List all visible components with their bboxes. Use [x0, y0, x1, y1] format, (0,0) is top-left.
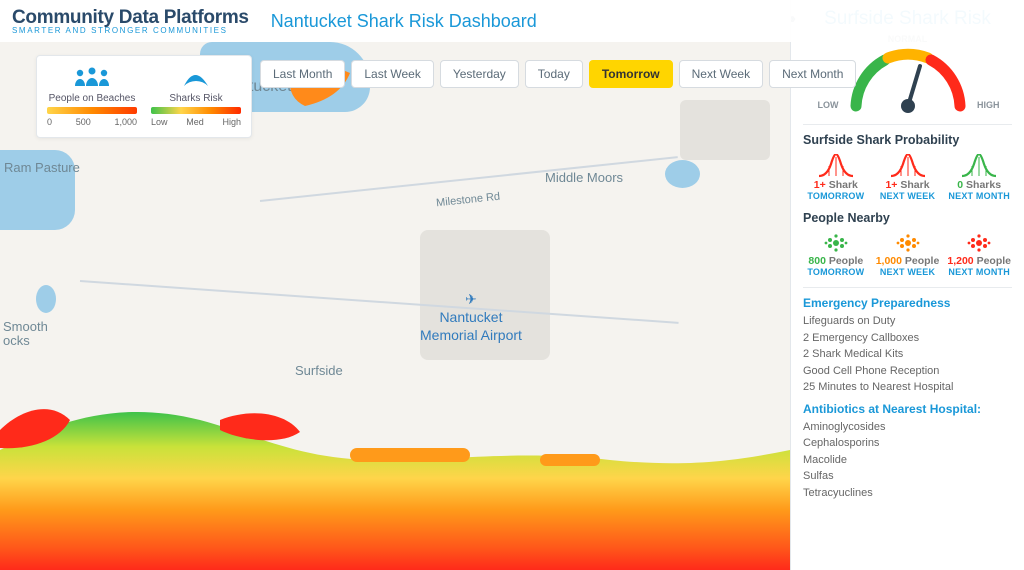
bell-curve-icon — [946, 153, 1012, 179]
land-block — [680, 100, 770, 160]
people-card: 800 PeopleTOMORROW — [803, 231, 869, 277]
list-item: 2 Emergency Callboxes — [803, 330, 1012, 347]
emergency-title: Emergency Preparedness — [803, 296, 1012, 310]
people-row: 800 PeopleTOMORROW1,000 PeopleNEXT WEEK1… — [803, 231, 1012, 277]
probability-row: 1+ SharkTOMORROW1+ SharkNEXT WEEK0 Shark… — [803, 153, 1012, 201]
divider — [803, 124, 1012, 125]
list-item: Tetracyuclines — [803, 485, 1012, 502]
time-filter-next-month[interactable]: Next Month — [769, 60, 856, 88]
people-card: 1,200 PeopleNEXT MONTH — [946, 231, 1012, 277]
water-shape — [665, 160, 700, 188]
probability-card: 0 SharksNEXT MONTH — [946, 153, 1012, 201]
time-filter-next-week[interactable]: Next Week — [679, 60, 763, 88]
probability-card: 1+ SharkNEXT WEEK — [875, 153, 941, 201]
antibiotics-list: AminoglycosidesCephalosporinsMacolideSul… — [803, 419, 1012, 502]
legend-tick: 500 — [76, 117, 91, 127]
logo[interactable]: Community Data Platforms SMARTER AND STR… — [12, 8, 249, 35]
time-filter-today[interactable]: Today — [525, 60, 583, 88]
legend-tick: Med — [186, 117, 204, 127]
time-filter-last-month[interactable]: Last Month — [260, 60, 345, 88]
legend-people: People on Beaches 0 500 1,000 — [47, 64, 137, 127]
logo-tagline: SMARTER AND STRONGER COMMUNITIES — [12, 27, 249, 35]
legend-tick: 0 — [47, 117, 52, 127]
emergency-list: Lifeguards on Duty2 Emergency Callboxes2… — [803, 313, 1012, 396]
logo-main: Community Data Platforms — [12, 8, 249, 27]
legend-shark-title: Sharks Risk — [151, 93, 241, 104]
list-item: Good Cell Phone Reception — [803, 363, 1012, 380]
list-item: 2 Shark Medical Kits — [803, 346, 1012, 363]
divider — [803, 287, 1012, 288]
people-icon — [47, 64, 137, 90]
airplane-icon: ✈ — [420, 290, 522, 308]
time-filter-last-week[interactable]: Last Week — [351, 60, 433, 88]
legend-tick: 1,000 — [114, 117, 137, 127]
people-title: People Nearby — [803, 211, 1012, 225]
probability-title: Surfside Shark Probability — [803, 133, 1012, 147]
water-shape — [36, 285, 56, 313]
risk-heatmap — [0, 330, 790, 570]
legend-people-gradient — [47, 107, 137, 114]
people-card: 1,000 PeopleNEXT WEEK — [875, 231, 941, 277]
cluster-icon — [946, 231, 1012, 255]
road-line — [80, 280, 679, 324]
header: Community Data Platforms SMARTER AND STR… — [0, 0, 1024, 42]
airport-name-1: Nantucket — [420, 308, 522, 326]
probability-card: 1+ SharkTOMORROW — [803, 153, 869, 201]
map-label-milestone: Milestone Rd — [436, 191, 501, 210]
legend-shark-gradient — [151, 107, 241, 114]
time-filter-bar: Last MonthLast WeekYesterdayTodayTomorro… — [260, 60, 856, 88]
list-item: Cephalosporins — [803, 435, 1012, 452]
list-item: Sulfas — [803, 468, 1012, 485]
cluster-icon — [875, 231, 941, 255]
legend-tick: High — [222, 117, 241, 127]
risk-gauge: LOW NORMAL HIGH — [838, 36, 978, 116]
map-label-rams: Ram Pasture — [4, 160, 80, 175]
legend-card: People on Beaches 0 500 1,000 Sharks Ris… — [36, 55, 252, 138]
cluster-icon — [803, 231, 869, 255]
gauge-high-label: HIGH — [977, 100, 1000, 110]
time-filter-yesterday[interactable]: Yesterday — [440, 60, 519, 88]
antibiotics-title: Antibiotics at Nearest Hospital: — [803, 402, 1012, 416]
list-item: Macolide — [803, 452, 1012, 469]
shark-fin-icon — [151, 64, 241, 90]
bell-curve-icon — [803, 153, 869, 179]
page-title: Nantucket Shark Risk Dashboard — [271, 11, 537, 32]
legend-sharks: Sharks Risk Low Med High — [151, 64, 241, 127]
list-item: 25 Minutes to Nearest Hospital — [803, 379, 1012, 396]
list-item: Aminoglycosides — [803, 419, 1012, 436]
legend-tick: Low — [151, 117, 168, 127]
bell-curve-icon — [875, 153, 941, 179]
time-filter-tomorrow[interactable]: Tomorrow — [589, 60, 673, 88]
list-item: Lifeguards on Duty — [803, 313, 1012, 330]
gauge-low-label: LOW — [818, 100, 839, 110]
legend-people-title: People on Beaches — [47, 93, 137, 104]
map-label-moors: Middle Moors — [545, 170, 623, 185]
